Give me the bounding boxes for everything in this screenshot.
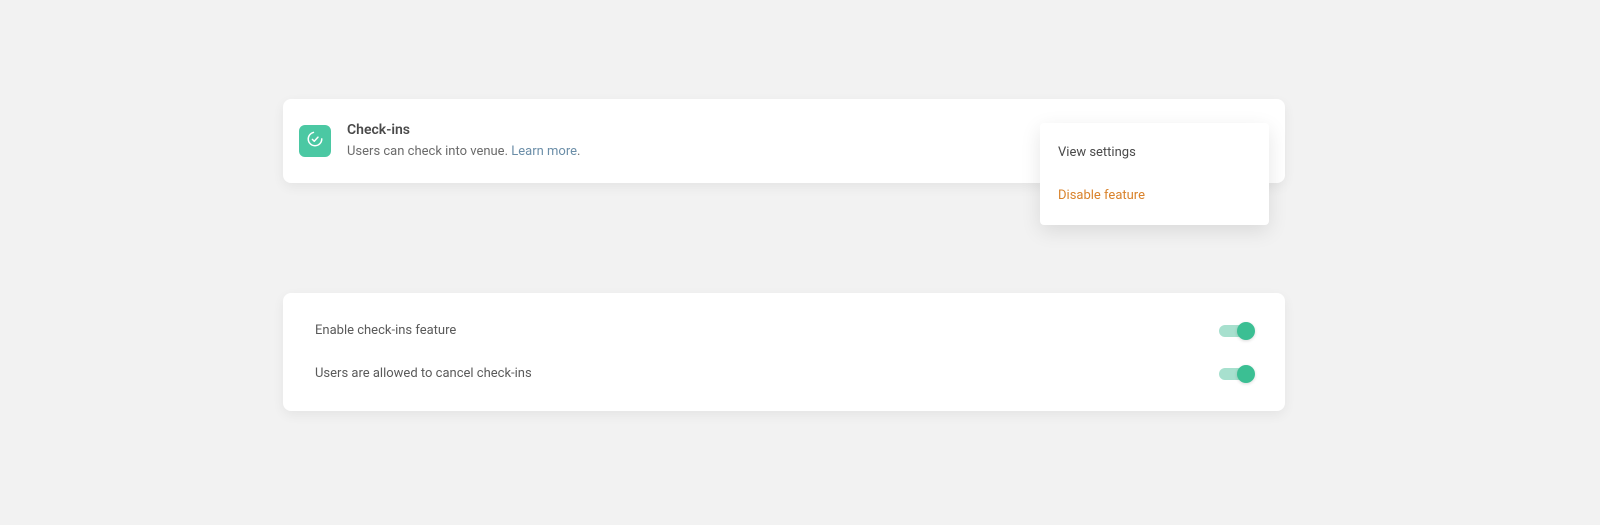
setting-row-enable-checkins: Enable check-ins feature [315, 309, 1253, 352]
checkins-settings-card: Enable check-ins feature Users are allow… [283, 293, 1285, 411]
setting-label: Users are allowed to cancel check-ins [315, 366, 532, 381]
header-desc-period: . [577, 144, 580, 159]
menu-item-view-settings[interactable]: View settings [1040, 131, 1269, 174]
toggle-knob [1237, 322, 1255, 340]
toggle-cancel-checkins[interactable] [1219, 368, 1253, 380]
learn-more-link[interactable]: Learn more [511, 144, 577, 159]
header-text-block: Check-ins Users can check into venue. Le… [347, 121, 580, 161]
check-circle-icon [306, 130, 324, 152]
header-desc-text: Users can check into venue. [347, 144, 508, 159]
header-description: Users can check into venue. Learn more. [347, 143, 580, 161]
actions-dropdown-menu: View settings Disable feature [1040, 123, 1269, 225]
toggle-enable-checkins[interactable] [1219, 325, 1253, 337]
header-title: Check-ins [347, 121, 580, 141]
setting-row-cancel-checkins: Users are allowed to cancel check-ins [315, 352, 1253, 395]
setting-label: Enable check-ins feature [315, 323, 456, 338]
menu-item-disable-feature[interactable]: Disable feature [1040, 174, 1269, 217]
toggle-knob [1237, 365, 1255, 383]
checkins-icon-box [299, 125, 331, 157]
